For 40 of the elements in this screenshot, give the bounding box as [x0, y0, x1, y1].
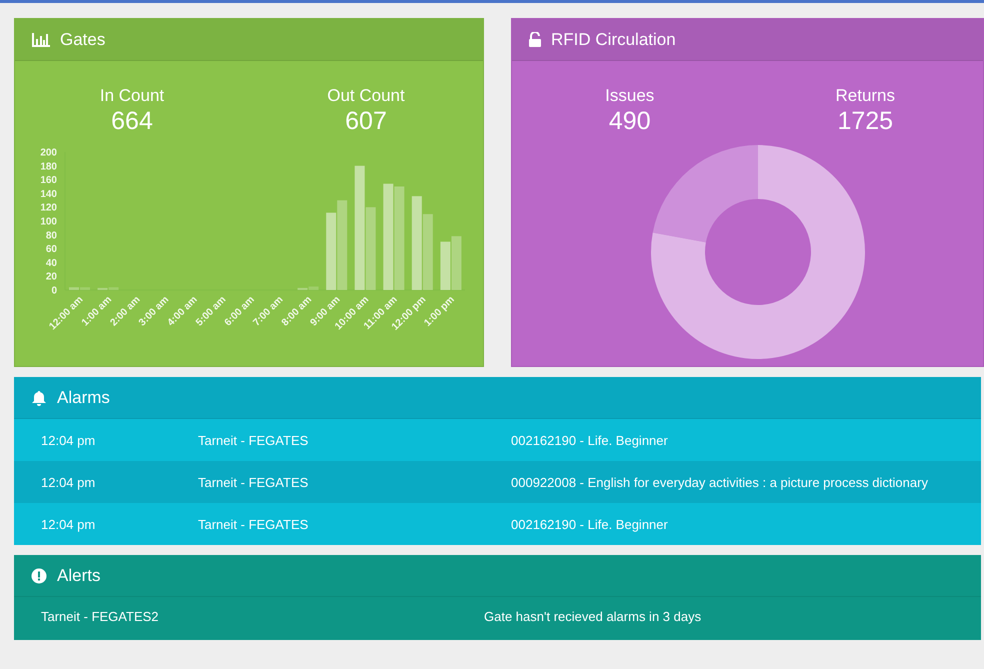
panel-title: Alerts: [57, 566, 100, 586]
axis-tick-label: 160: [40, 175, 57, 186]
axis-tick-label: 140: [40, 188, 57, 200]
alarm-item: 000922008 - English for everyday activities : a picture process dictionary: [511, 474, 929, 492]
panel-title: Gates: [60, 30, 106, 50]
axis-tick-label: 200: [40, 148, 57, 158]
panel-title: Alarms: [57, 388, 110, 408]
axis-tick-label: 40: [46, 258, 57, 269]
alarm-location: Tarneit - FEGATES: [198, 474, 310, 492]
alarm-item: 002162190 - Life. Beginner: [511, 432, 669, 450]
alarm-time: 12:04 pm: [40, 474, 96, 492]
alarm-item: 002162190 - Life. Beginner: [511, 516, 669, 534]
axis-tick-label: 120: [40, 202, 57, 214]
axis-tick-label: 20: [46, 272, 57, 283]
stat-value: 490: [608, 106, 651, 136]
bell-icon: [31, 390, 47, 406]
bar: [451, 236, 462, 290]
unlocked-padlock-icon: [529, 32, 541, 47]
axis-tick-label: 0: [51, 286, 57, 296]
axis-tick-label: 60: [46, 244, 57, 256]
alarm-location: Tarneit - FEGATES: [198, 432, 310, 450]
exclamation-circle-icon: [31, 568, 47, 584]
axis-tick-label: 80: [46, 230, 57, 242]
stat-label: Out Count: [327, 86, 405, 106]
alarm-location: Tarneit - FEGATES: [198, 516, 310, 534]
stat-label: In Count: [100, 86, 164, 106]
alarm-time: 12:04 pm: [40, 516, 96, 534]
alarm-time: 12:04 pm: [40, 432, 96, 450]
alert-location: Tarneit - FEGATES2: [40, 608, 160, 626]
stat-label: Returns: [835, 86, 896, 106]
stat-value: 607: [345, 106, 387, 136]
axis-tick-label: 100: [40, 216, 57, 228]
panel-title: RFID Circulation: [551, 30, 676, 50]
axis-tick-label: 180: [40, 161, 57, 172]
stat-value: 1725: [837, 106, 894, 136]
bar: [440, 242, 450, 290]
alert-message: Gate hasn't recieved alarms in 3 days: [484, 608, 702, 626]
stat-label: Issues: [605, 86, 654, 106]
bar-chart-icon: [32, 32, 50, 46]
stat-value: 664: [111, 106, 153, 136]
